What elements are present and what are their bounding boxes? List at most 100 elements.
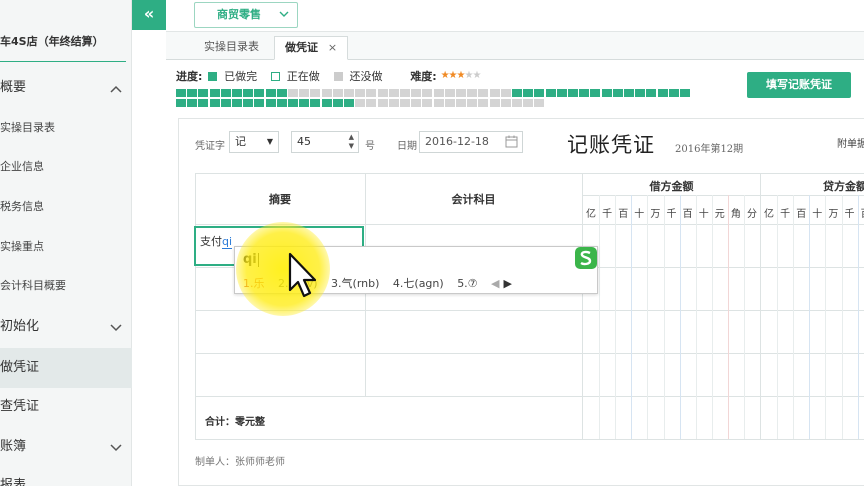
progress-square[interactable] bbox=[310, 89, 321, 97]
progress-square[interactable] bbox=[220, 99, 231, 107]
progress-square[interactable] bbox=[232, 89, 242, 97]
progress-square[interactable] bbox=[187, 99, 198, 107]
progress-square[interactable] bbox=[579, 89, 590, 97]
progress-square[interactable] bbox=[299, 89, 310, 97]
progress-square[interactable] bbox=[624, 89, 634, 97]
progress-square[interactable] bbox=[489, 89, 500, 97]
progress-square[interactable] bbox=[254, 89, 265, 97]
progress-square[interactable] bbox=[400, 99, 410, 107]
progress-square[interactable] bbox=[209, 89, 220, 97]
sidebar-item-init[interactable]: 初始化 bbox=[0, 307, 132, 347]
progress-square[interactable] bbox=[232, 99, 242, 107]
progress-square[interactable] bbox=[288, 99, 298, 107]
progress-square[interactable] bbox=[332, 99, 343, 107]
sidebar-item-catalog[interactable]: 实操目录表 bbox=[0, 108, 132, 148]
progress-square[interactable] bbox=[187, 89, 198, 97]
progress-square[interactable] bbox=[310, 99, 321, 107]
next-page-icon[interactable]: ▶ bbox=[504, 277, 512, 290]
sidebar-item-company-info[interactable]: 企业信息 bbox=[0, 147, 132, 187]
progress-square[interactable] bbox=[433, 89, 444, 97]
progress-square[interactable] bbox=[534, 89, 545, 97]
progress-square[interactable] bbox=[635, 89, 646, 97]
sidebar-item-make-voucher[interactable]: 做凭证 bbox=[0, 348, 132, 388]
close-icon[interactable]: × bbox=[328, 41, 337, 54]
progress-square[interactable] bbox=[456, 89, 466, 97]
progress-square[interactable] bbox=[276, 89, 287, 97]
sidebar-item-tax-info[interactable]: 税务信息 bbox=[0, 187, 132, 227]
progress-square[interactable] bbox=[254, 99, 265, 107]
sidebar-collapse-button[interactable]: « bbox=[132, 0, 166, 30]
progress-square[interactable] bbox=[422, 89, 433, 97]
progress-square[interactable] bbox=[344, 89, 354, 97]
progress-square[interactable] bbox=[176, 89, 186, 97]
progress-square[interactable] bbox=[422, 99, 433, 107]
progress-square[interactable] bbox=[534, 99, 545, 107]
progress-square[interactable] bbox=[478, 99, 489, 107]
progress-square[interactable] bbox=[198, 99, 209, 107]
sidebar-item-check-voucher[interactable]: 查凭证 bbox=[0, 387, 132, 427]
progress-square[interactable] bbox=[321, 99, 332, 107]
tab-catalog[interactable]: 实操目录表 bbox=[194, 36, 269, 60]
progress-square[interactable] bbox=[433, 99, 444, 107]
tab-make-voucher[interactable]: 做凭证 × bbox=[274, 36, 349, 60]
ime-candidate[interactable]: 5.⑦ bbox=[457, 277, 477, 290]
progress-square[interactable] bbox=[489, 99, 500, 107]
progress-square[interactable] bbox=[299, 99, 310, 107]
prev-page-icon[interactable]: ◀ bbox=[491, 277, 499, 290]
sidebar-item-reports[interactable]: 报表 bbox=[0, 466, 132, 486]
date-input[interactable]: 2016-12-18 bbox=[419, 131, 523, 153]
progress-square[interactable] bbox=[657, 89, 668, 97]
voucher-number-stepper[interactable]: 45 ▲ ▼ bbox=[291, 131, 359, 153]
progress-square[interactable] bbox=[388, 89, 399, 97]
progress-square[interactable] bbox=[444, 99, 455, 107]
progress-square[interactable] bbox=[344, 99, 354, 107]
progress-square[interactable] bbox=[355, 89, 366, 97]
calendar-icon[interactable] bbox=[505, 135, 518, 155]
progress-square[interactable] bbox=[411, 99, 422, 107]
progress-square[interactable] bbox=[523, 99, 534, 107]
progress-square[interactable] bbox=[601, 89, 612, 97]
progress-square[interactable] bbox=[265, 99, 276, 107]
sidebar-item-key-points[interactable]: 实操重点 bbox=[0, 227, 132, 267]
ime-candidate[interactable]: 1.乐 bbox=[243, 277, 265, 290]
progress-square[interactable] bbox=[523, 89, 534, 97]
voucher-word-select[interactable]: 记 ▼ bbox=[229, 131, 279, 153]
ime-candidate[interactable]: 3.气(rnb) bbox=[331, 277, 379, 290]
progress-square[interactable] bbox=[545, 89, 556, 97]
progress-square[interactable] bbox=[512, 89, 522, 97]
progress-square[interactable] bbox=[288, 89, 298, 97]
sidebar-item-accounts-overview[interactable]: 会计科目概要 bbox=[0, 266, 132, 306]
progress-square[interactable] bbox=[377, 89, 388, 97]
progress-square[interactable] bbox=[646, 89, 657, 97]
progress-square[interactable] bbox=[668, 89, 679, 97]
progress-square[interactable] bbox=[590, 89, 601, 97]
stepper-arrows-icon[interactable]: ▲ ▼ bbox=[349, 133, 354, 151]
progress-square[interactable] bbox=[400, 89, 410, 97]
progress-square[interactable] bbox=[467, 89, 478, 97]
progress-square[interactable] bbox=[243, 89, 254, 97]
progress-square[interactable] bbox=[478, 89, 489, 97]
ime-candidate[interactable]: 4.七(agn) bbox=[393, 277, 444, 290]
sidebar-item-overview[interactable]: 概要 bbox=[0, 68, 132, 108]
progress-square[interactable] bbox=[680, 89, 690, 97]
progress-square[interactable] bbox=[366, 89, 377, 97]
ime-candidate[interactable]: 2.(hnv) bbox=[278, 277, 318, 290]
progress-square[interactable] bbox=[568, 89, 578, 97]
progress-square[interactable] bbox=[556, 89, 567, 97]
progress-square[interactable] bbox=[355, 99, 366, 107]
progress-square[interactable] bbox=[209, 99, 220, 107]
progress-square[interactable] bbox=[388, 99, 399, 107]
progress-square[interactable] bbox=[176, 99, 186, 107]
progress-square[interactable] bbox=[612, 89, 623, 97]
progress-square[interactable] bbox=[456, 99, 466, 107]
progress-square[interactable] bbox=[198, 89, 209, 97]
progress-square[interactable] bbox=[467, 99, 478, 107]
industry-select[interactable]: 商贸零售 bbox=[194, 2, 298, 28]
progress-square[interactable] bbox=[265, 89, 276, 97]
sidebar-item-ledger[interactable]: 账簿 bbox=[0, 427, 132, 467]
progress-square[interactable] bbox=[220, 89, 231, 97]
progress-square[interactable] bbox=[512, 99, 522, 107]
progress-square[interactable] bbox=[377, 99, 388, 107]
progress-square[interactable] bbox=[332, 89, 343, 97]
fill-voucher-button[interactable]: 填写记账凭证 bbox=[747, 72, 851, 98]
